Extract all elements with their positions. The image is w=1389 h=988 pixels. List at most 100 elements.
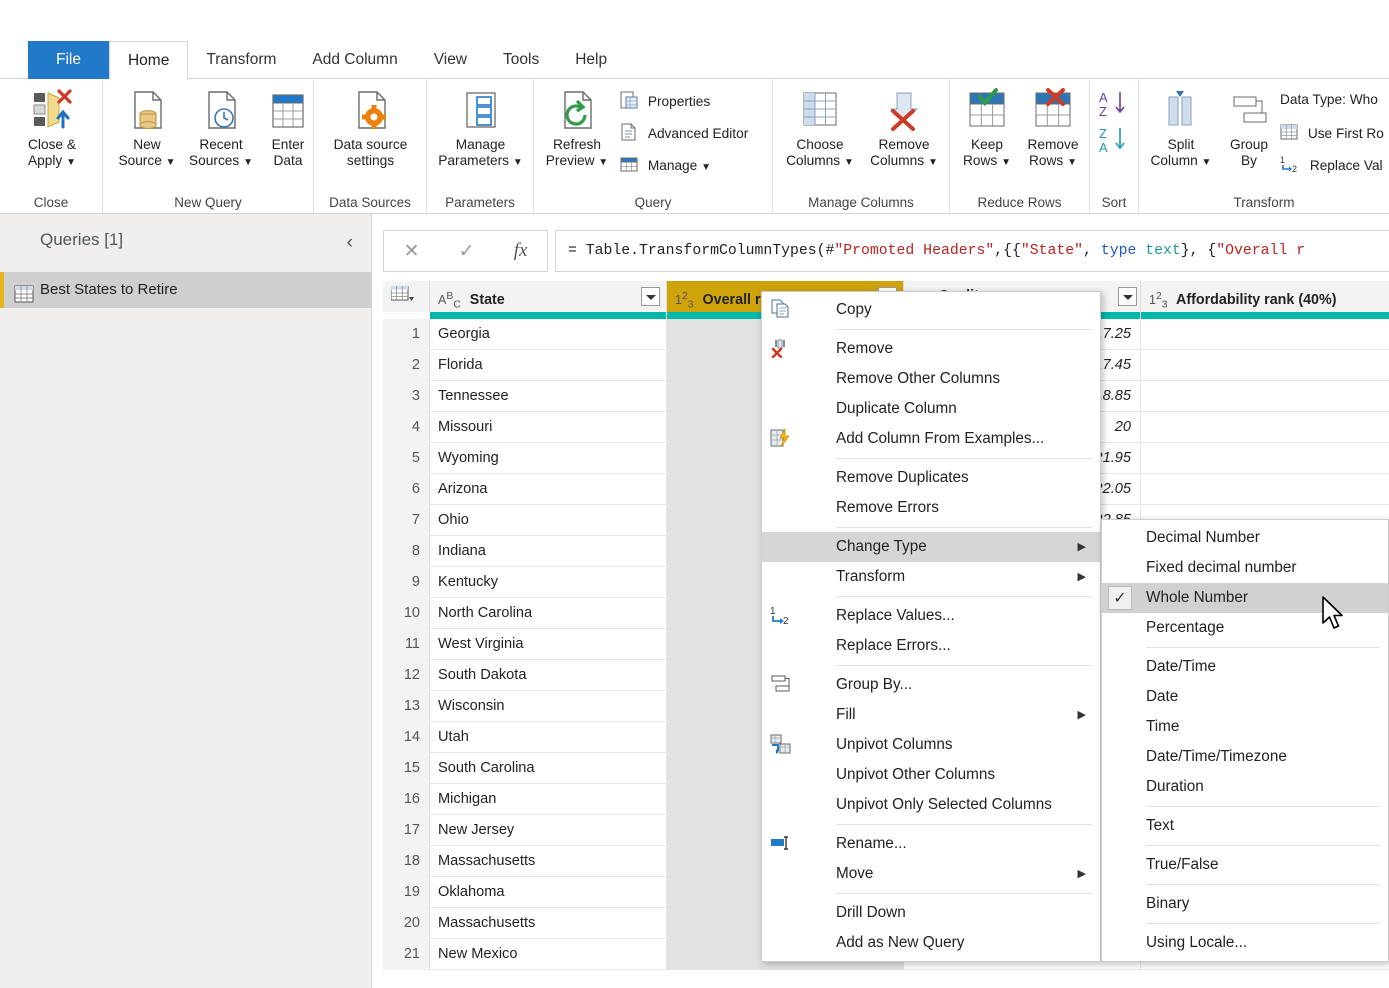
menu-item-change-type[interactable]: Change Type▶ (762, 532, 1100, 562)
remove-rows-label-2: Rows ▼ (1018, 153, 1088, 171)
sort-descending-button[interactable]: Z A (1094, 125, 1136, 162)
group-by-button[interactable]: Group By (1221, 87, 1277, 169)
menu-item-replace-errors[interactable]: Replace Errors... (762, 631, 1100, 661)
menu-item-add-as-new-query[interactable]: Add as New Query (762, 928, 1100, 958)
menu-item-unpivot-columns[interactable]: Unpivot Columns (762, 730, 1100, 760)
menu-item-copy[interactable]: Copy (762, 295, 1100, 325)
manage-parameters-button[interactable]: Manage Parameters ▼ (431, 87, 530, 171)
data-type-dropdown[interactable]: Data Type: Who (1280, 91, 1378, 107)
submenu-item-text[interactable]: Text (1102, 811, 1388, 841)
queries-title: Queries [1] (40, 230, 123, 249)
tab-view[interactable]: View (416, 41, 485, 79)
column-filter-state-button[interactable] (641, 287, 660, 306)
cell-state[interactable]: Arizona (430, 474, 667, 505)
cell-state[interactable]: Massachusetts (430, 908, 667, 939)
tab-tools[interactable]: Tools (485, 41, 557, 79)
cell-state[interactable]: Wisconsin (430, 691, 667, 722)
remove-columns-button[interactable]: Remove Columns ▼ (861, 87, 947, 171)
submenu-item-decimal-number[interactable]: Decimal Number (1102, 523, 1388, 553)
menu-item-duplicate-column[interactable]: Duplicate Column (762, 394, 1100, 424)
menu-item-unpivot-other-columns[interactable]: Unpivot Other Columns (762, 760, 1100, 790)
formula-cancel-icon[interactable]: ✕ (404, 240, 420, 263)
submenu-item-time[interactable]: Time (1102, 712, 1388, 742)
submenu-item-binary[interactable]: Binary (1102, 889, 1388, 919)
column-filter-quality-button[interactable] (1118, 287, 1137, 306)
cell-state[interactable]: South Carolina (430, 753, 667, 784)
menu-item-add-column-from-examples[interactable]: Add Column From Examples... (762, 424, 1100, 454)
query-item-best-states-to-retire[interactable]: Best States to Retire (0, 272, 371, 308)
cell-state[interactable]: Massachusetts (430, 846, 667, 877)
submenu-item-date-time-timezone[interactable]: Date/Time/Timezone (1102, 742, 1388, 772)
submenu-item-date[interactable]: Date (1102, 682, 1388, 712)
remove-rows-button[interactable]: Remove Rows ▼ (1018, 87, 1088, 171)
close-apply-label-2: Apply ▼ (9, 153, 95, 171)
menu-item-fill[interactable]: Fill▶ (762, 700, 1100, 730)
column-header-affordability[interactable]: 123 Affordability rank (40%) (1141, 281, 1389, 312)
submenu-item-true-false[interactable]: True/False (1102, 850, 1388, 880)
cell-state[interactable]: Tennessee (430, 381, 667, 412)
tab-add-column[interactable]: Add Column (294, 41, 415, 79)
fx-icon[interactable]: fx (514, 240, 528, 262)
cell-state[interactable]: Missouri (430, 412, 667, 443)
cell-state[interactable]: Utah (430, 722, 667, 753)
tab-transform[interactable]: Transform (188, 41, 294, 79)
tab-help[interactable]: Help (557, 41, 625, 79)
cell-state[interactable]: Georgia (430, 319, 667, 350)
cell-state[interactable]: South Dakota (430, 660, 667, 691)
menu-item-remove[interactable]: Remove (762, 334, 1100, 364)
properties-button[interactable]: Properties (620, 91, 710, 112)
cell-affordability[interactable] (1141, 474, 1389, 505)
cell-affordability[interactable] (1141, 443, 1389, 474)
close-and-apply-button[interactable]: Close & Apply ▼ (9, 87, 95, 171)
split-column-button[interactable]: Split Column ▼ (1143, 87, 1219, 171)
cell-state[interactable]: Michigan (430, 784, 667, 815)
menu-item-drill-down[interactable]: Drill Down (762, 898, 1100, 928)
column-header-state[interactable]: ABC State (430, 281, 667, 312)
menu-item-group-by[interactable]: Group By... (762, 670, 1100, 700)
menu-item-rename[interactable]: Rename... (762, 829, 1100, 859)
submenu-item-duration[interactable]: Duration (1102, 772, 1388, 802)
cell-state[interactable]: Florida (430, 350, 667, 381)
cell-state[interactable]: Wyoming (430, 443, 667, 474)
formula-input[interactable]: = Table.TransformColumnTypes(#"Promoted … (555, 230, 1389, 272)
cell-state[interactable]: Oklahoma (430, 877, 667, 908)
cell-state[interactable]: New Mexico (430, 939, 667, 970)
enter-data-button[interactable]: Enter Data (263, 87, 313, 169)
tab-home[interactable]: Home (109, 41, 188, 80)
keep-rows-button[interactable]: Keep Rows ▼ (954, 87, 1020, 171)
menu-item-remove-errors[interactable]: Remove Errors (762, 493, 1100, 523)
tab-file[interactable]: File (28, 41, 109, 79)
menu-item-remove-other-columns[interactable]: Remove Other Columns (762, 364, 1100, 394)
cell-state[interactable]: West Virginia (430, 629, 667, 660)
menu-item-transform[interactable]: Transform▶ (762, 562, 1100, 592)
formula-accept-icon[interactable]: ✓ (459, 240, 475, 263)
cell-affordability[interactable] (1141, 350, 1389, 381)
cell-affordability[interactable] (1141, 319, 1389, 350)
cell-state[interactable]: North Carolina (430, 598, 667, 629)
data-source-settings-button[interactable]: Data source settings (319, 87, 422, 169)
sort-ascending-button[interactable]: A Z (1094, 89, 1136, 126)
use-first-row-button[interactable]: Use First Ro (1280, 123, 1384, 144)
cell-state[interactable]: Ohio (430, 505, 667, 536)
menu-item-remove-duplicates[interactable]: Remove Duplicates (762, 463, 1100, 493)
submenu-item-using-locale[interactable]: Using Locale... (1102, 928, 1388, 958)
recent-sources-button[interactable]: Recent Sources ▼ (181, 87, 261, 171)
submenu-item-fixed-decimal-number[interactable]: Fixed decimal number (1102, 553, 1388, 583)
menu-item-replace-values[interactable]: 12Replace Values... (762, 601, 1100, 631)
cell-affordability[interactable] (1141, 381, 1389, 412)
refresh-preview-button[interactable]: Refresh Preview ▼ (538, 87, 616, 171)
menu-item-move[interactable]: Move▶ (762, 859, 1100, 889)
cell-affordability[interactable] (1141, 412, 1389, 443)
cell-state[interactable]: Kentucky (430, 567, 667, 598)
replace-values-button[interactable]: 1 2 Replace Val (1280, 155, 1383, 176)
cell-state[interactable]: New Jersey (430, 815, 667, 846)
submenu-item-date-time[interactable]: Date/Time (1102, 652, 1388, 682)
menu-item-unpivot-only-selected-columns[interactable]: Unpivot Only Selected Columns (762, 790, 1100, 820)
cell-state[interactable]: Indiana (430, 536, 667, 567)
grid-corner-select-all-button[interactable] (383, 281, 430, 312)
choose-columns-button[interactable]: Choose Columns ▼ (779, 87, 861, 171)
new-source-button[interactable]: New Source ▼ (111, 87, 183, 171)
collapse-pane-chevron-icon[interactable]: ‹ (347, 232, 353, 254)
manage-button[interactable]: Manage ▼ (620, 155, 711, 176)
advanced-editor-button[interactable]: Advanced Editor (620, 123, 748, 144)
